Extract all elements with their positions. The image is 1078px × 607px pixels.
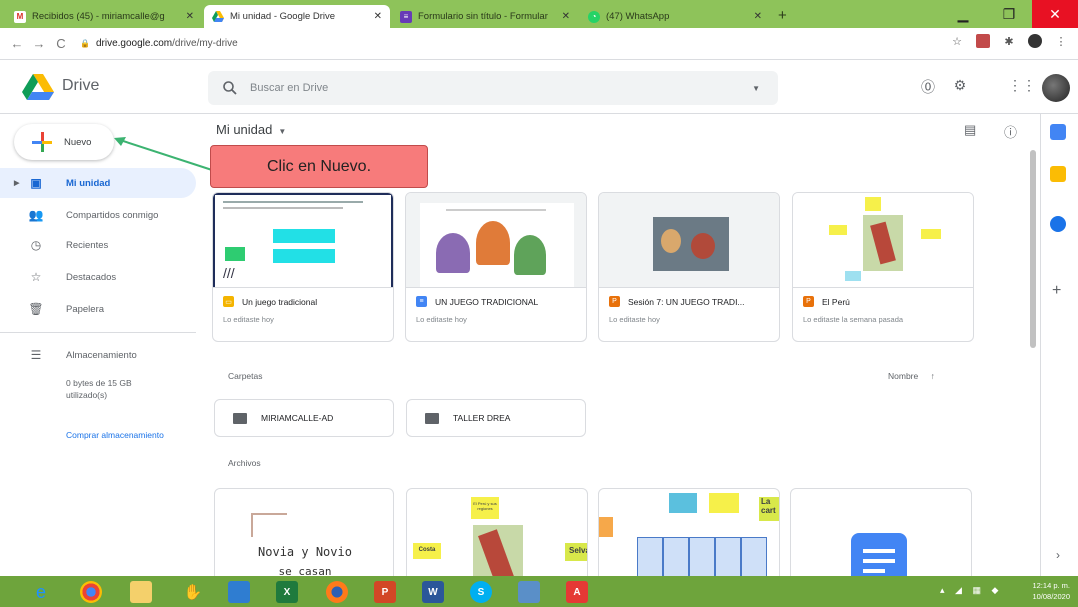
file-thumbnail bbox=[599, 193, 779, 288]
clock-time: 12:14 p. m. bbox=[1032, 581, 1070, 590]
sort-button[interactable]: Nombre ↑ bbox=[888, 371, 935, 381]
file-preview-title: Novia y Novio bbox=[258, 545, 352, 559]
file-card[interactable]: Novia y Novio se casan bbox=[214, 488, 394, 588]
slides-icon: ▭ bbox=[223, 296, 234, 307]
page-title[interactable]: Mi unidad ▼ bbox=[216, 122, 286, 137]
file-subtitle: Lo editaste la semana pasada bbox=[803, 315, 904, 324]
folder-item[interactable]: MIRIAMCALLE-AD bbox=[214, 399, 394, 437]
file-subtitle: Lo editaste hoy bbox=[609, 315, 660, 324]
add-addon-icon[interactable]: + bbox=[1052, 282, 1061, 300]
chevron-down-icon: ▼ bbox=[278, 127, 287, 136]
skype-icon[interactable]: S bbox=[470, 581, 492, 603]
hand-app-icon[interactable]: ✋ bbox=[182, 581, 204, 603]
list-view-icon[interactable]: ▤ bbox=[964, 122, 976, 138]
clock-date: 10/08/2020 bbox=[1032, 592, 1070, 601]
arrow-up-icon: ↑ bbox=[930, 371, 935, 381]
file-thumbnail bbox=[406, 193, 586, 288]
file-card[interactable] bbox=[790, 488, 972, 588]
folder-name: TALLER DREA bbox=[453, 413, 511, 423]
page-title-text: Mi unidad bbox=[216, 122, 273, 137]
side-panel bbox=[1040, 114, 1078, 590]
powerpoint-taskbar-icon[interactable]: P bbox=[374, 581, 396, 603]
folders-section-label: Carpetas bbox=[228, 371, 263, 381]
display-app-icon[interactable] bbox=[518, 581, 540, 603]
excel-icon[interactable]: X bbox=[276, 581, 298, 603]
map-label: El Perú y sus regiones bbox=[471, 497, 499, 519]
system-tray[interactable]: ▴ ◢ ▦ ◆ bbox=[940, 585, 1002, 596]
instruction-callout: Clic en Nuevo. bbox=[210, 145, 428, 188]
callout-text: Clic en Nuevo. bbox=[266, 157, 372, 175]
file-subtitle: Lo editaste hoy bbox=[223, 315, 274, 324]
file-card[interactable]: P El Perú Lo editaste la semana pasada bbox=[792, 192, 974, 342]
file-name: El Perú bbox=[822, 296, 850, 307]
shared-folder-icon bbox=[233, 412, 247, 424]
folder-icon bbox=[425, 412, 439, 424]
file-card[interactable]: ≡ UN JUEGO TRADICIONAL Lo editaste hoy bbox=[405, 192, 587, 342]
tasks-icon[interactable] bbox=[1050, 216, 1066, 232]
chrome-icon[interactable] bbox=[80, 581, 102, 603]
file-name: Un juego tradicional bbox=[242, 296, 318, 307]
taskbar-clock[interactable]: 12:14 p. m. 10/08/2020 bbox=[1014, 580, 1070, 602]
keep-icon[interactable] bbox=[1050, 166, 1066, 182]
folder-name: MIRIAMCALLE-AD bbox=[261, 413, 334, 423]
file-name: UN JUEGO TRADICIONAL bbox=[435, 296, 539, 307]
file-card[interactable]: P Sesión 7: UN JUEGO TRADI... Lo editaste… bbox=[598, 192, 780, 342]
firefox-icon[interactable] bbox=[326, 581, 348, 603]
file-card[interactable]: El Perú y sus regiones Costa Selva bbox=[406, 488, 588, 588]
files-section-label: Archivos bbox=[228, 458, 261, 468]
map-label: La cart bbox=[759, 497, 779, 521]
scrollbar-thumb[interactable] bbox=[1030, 150, 1036, 348]
file-card[interactable]: La cart bbox=[598, 488, 780, 588]
ie-icon[interactable]: e bbox=[30, 581, 52, 603]
pdf-reader-icon[interactable]: A bbox=[566, 581, 588, 603]
powerpoint-icon: P bbox=[803, 296, 814, 307]
map-label: Costa bbox=[413, 543, 441, 559]
word-icon[interactable]: W bbox=[422, 581, 444, 603]
file-thumbnail bbox=[793, 193, 973, 288]
sort-label: Nombre bbox=[888, 371, 919, 381]
calendar-icon[interactable] bbox=[1050, 124, 1066, 140]
file-name: Sesión 7: UN JUEGO TRADI... bbox=[628, 296, 745, 307]
file-thumbnail: /// bbox=[213, 193, 393, 288]
file-card[interactable]: /// ▭ Un juego tradicional Lo editaste ho… bbox=[212, 192, 394, 342]
powerpoint-icon: P bbox=[609, 296, 620, 307]
notepad-icon[interactable] bbox=[228, 581, 250, 603]
info-icon[interactable]: ⓘ bbox=[1004, 122, 1017, 141]
map-label: Selva bbox=[565, 543, 587, 561]
chevron-right-icon[interactable]: › bbox=[1056, 548, 1060, 562]
folder-item[interactable]: TALLER DREA bbox=[406, 399, 586, 437]
docs-icon: ≡ bbox=[416, 296, 427, 307]
file-subtitle: Lo editaste hoy bbox=[416, 315, 467, 324]
file-explorer-icon[interactable] bbox=[130, 581, 152, 603]
